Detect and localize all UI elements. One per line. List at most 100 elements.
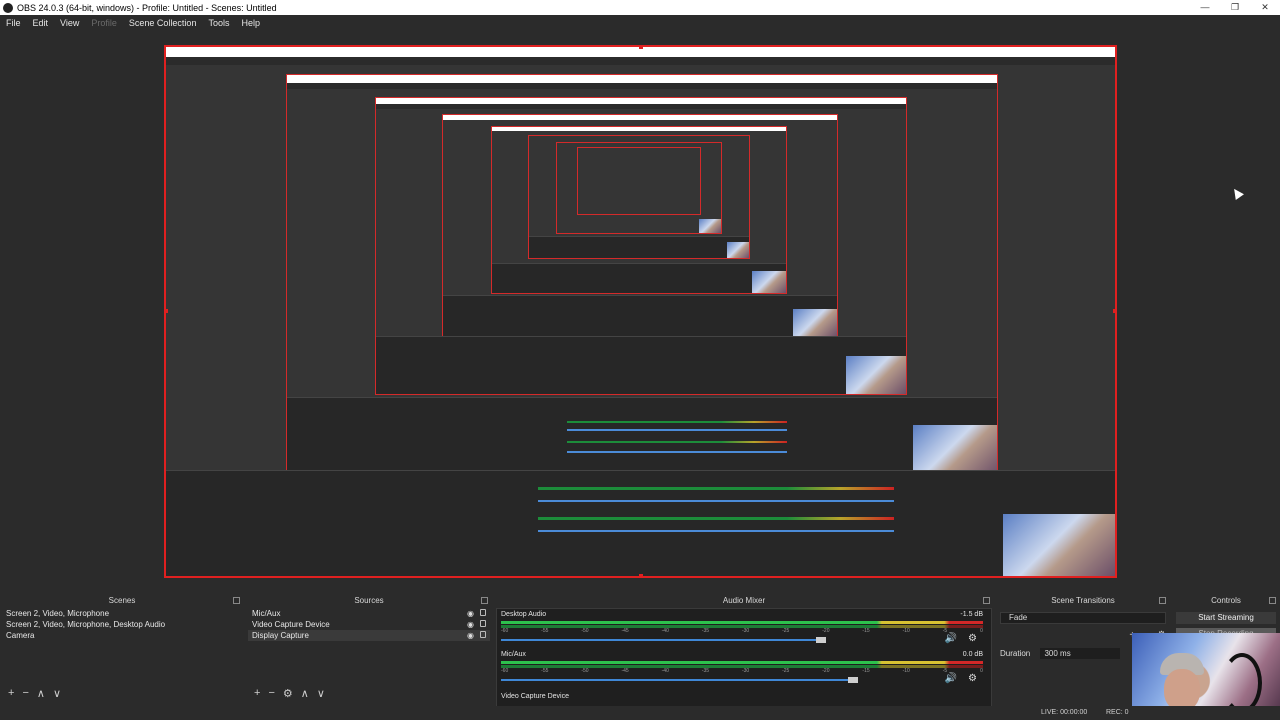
volume-slider-handle[interactable] (848, 677, 858, 683)
move-scene-up-button[interactable]: ∧ (37, 687, 45, 700)
nested-capture-4 (442, 114, 838, 338)
level-meter (501, 661, 983, 664)
undock-icon[interactable] (481, 597, 488, 604)
channel-name: Desktop Audio (501, 611, 547, 618)
undock-icon[interactable] (1159, 597, 1166, 604)
channel-name: Mic/Aux (501, 651, 526, 658)
source-properties-gear-icon[interactable]: ⚙ (283, 687, 293, 700)
eye-icon[interactable]: ◉ (467, 620, 474, 630)
speaker-icon[interactable]: 🔊 (945, 673, 957, 684)
undock-icon[interactable] (983, 597, 990, 604)
scenes-toolbar: + − ∧ ∨ (2, 686, 242, 700)
move-scene-down-button[interactable]: ∨ (53, 687, 61, 700)
scenes-header: Scenes (0, 594, 244, 608)
remove-scene-button[interactable]: − (22, 687, 28, 699)
duration-input[interactable]: 300 ms (1040, 648, 1121, 659)
undock-icon[interactable] (1269, 597, 1276, 604)
channel-db: -1.5 dB (960, 611, 983, 618)
mixer-channel-desktop: Desktop Audio -1.5 dB -60 -55 -50 -45 -40 -35… (501, 611, 987, 651)
duration-row: Duration 300 ms (1000, 648, 1121, 659)
nested-capture-2 (286, 74, 998, 476)
nested-capture-5 (491, 126, 787, 294)
minimize-button[interactable]: — (1190, 0, 1220, 15)
status-bar: LIVE: 00:00:00 REC: 0 (0, 706, 1280, 720)
menu-bar: File Edit View Profile Scene Collection … (0, 15, 1280, 30)
nested-capture-7 (556, 142, 722, 234)
mixer-body: Desktop Audio -1.5 dB -60 -55 -50 -45 -40 -35… (496, 608, 992, 714)
close-button[interactable]: ✕ (1250, 0, 1280, 15)
menu-help[interactable]: Help (235, 18, 266, 28)
mixer-channel-video: Video Capture Device (501, 693, 987, 703)
level-meter (501, 621, 983, 624)
scenes-title: Scenes (108, 596, 136, 605)
mixer-channel-mic: Mic/Aux 0.0 dB -60 -55 -50 -45 -40 -35 -30 -25-… (501, 651, 987, 691)
sources-list[interactable]: Mic/Aux ◉ Video Capture Device ◉ Display C… (248, 608, 490, 688)
mixer-header: Audio Mixer (494, 594, 994, 608)
add-scene-button[interactable]: + (8, 687, 14, 699)
mouse-cursor-icon (1230, 186, 1244, 200)
duration-label: Duration (1000, 649, 1031, 658)
volume-slider[interactable] (501, 639, 821, 641)
obs-logo-icon (3, 2, 13, 13)
preview-area[interactable] (0, 32, 1280, 588)
sources-panel: Sources Mic/Aux ◉ Video Capture Device ◉ D… (246, 594, 492, 720)
meter-scale: -60 -55 -50 -45 -40 -35 -30 -25 -20 -15 -10 -5 0 (501, 668, 983, 674)
controls-header: Controls (1172, 594, 1280, 608)
remove-source-button[interactable]: − (268, 687, 274, 699)
source-label: Mic/Aux (252, 609, 281, 618)
bottom-dock: Scenes Screen 2, Video, Microphone Scree… (0, 594, 1280, 720)
scene-item[interactable]: Screen 2, Video, Microphone (2, 608, 242, 619)
preview-canvas[interactable] (164, 45, 1117, 578)
channel-db: 0.0 dB (962, 651, 983, 658)
move-source-down-button[interactable]: ∨ (317, 687, 325, 700)
meter-scale: -60 -55 -50 -45 -40 -35 -30 -25 -20 -15 -10 -5 0 (501, 628, 983, 634)
menu-edit[interactable]: Edit (27, 18, 55, 28)
source-item[interactable]: Video Capture Device ◉ (248, 619, 490, 630)
lock-icon[interactable] (480, 631, 486, 638)
transitions-title: Scene Transitions (1051, 596, 1115, 605)
sources-toolbar: + − ⚙ ∧ ∨ (248, 686, 490, 700)
window-title: OBS 24.0.3 (64-bit, windows) - Profile: … (17, 2, 277, 13)
eye-icon[interactable]: ◉ (467, 631, 474, 641)
audio-mixer-panel: Audio Mixer Desktop Audio -1.5 dB -60 -55… (494, 594, 994, 720)
eye-icon[interactable]: ◉ (467, 609, 474, 619)
channel-name: Video Capture Device (501, 693, 569, 700)
transition-select[interactable]: Fade (1000, 612, 1166, 624)
speaker-icon[interactable]: 🔊 (945, 633, 957, 644)
scene-item[interactable]: Screen 2, Video, Microphone, Desktop Aud… (2, 619, 242, 630)
scenes-list[interactable]: Screen 2, Video, Microphone Screen 2, Vi… (2, 608, 242, 688)
volume-slider[interactable] (501, 679, 853, 681)
source-label: Display Capture (252, 631, 309, 640)
scene-item[interactable]: Camera (2, 630, 242, 641)
add-source-button[interactable]: + (254, 687, 260, 699)
nested-capture-8 (577, 147, 701, 215)
volume-slider-handle[interactable] (816, 637, 826, 643)
source-label: Video Capture Device (252, 620, 330, 629)
menu-scene-collection[interactable]: Scene Collection (123, 18, 203, 28)
nested-capture-6 (528, 135, 750, 259)
gear-icon[interactable]: ⚙ (968, 673, 977, 684)
lock-icon[interactable] (480, 609, 486, 616)
start-streaming-button[interactable]: Start Streaming (1176, 612, 1276, 624)
live-timer: LIVE: 00:00:00 (1041, 709, 1088, 716)
source-item[interactable]: Mic/Aux ◉ (248, 608, 490, 619)
maximize-button[interactable]: ❐ (1220, 0, 1250, 15)
menu-file[interactable]: File (0, 18, 27, 28)
mixer-title: Audio Mixer (722, 596, 766, 605)
controls-title: Controls (1211, 596, 1241, 605)
transitions-header: Scene Transitions (996, 594, 1170, 608)
undock-icon[interactable] (233, 597, 240, 604)
source-item[interactable]: Display Capture ◉ (248, 630, 490, 641)
menu-view[interactable]: View (54, 18, 85, 28)
nested-capture-3 (375, 97, 907, 395)
window-titlebar: OBS 24.0.3 (64-bit, windows) - Profile: … (0, 0, 1280, 15)
gear-icon[interactable]: ⚙ (968, 633, 977, 644)
sources-header: Sources (246, 594, 492, 608)
rec-timer: REC: 0 (1106, 709, 1129, 716)
menu-tools[interactable]: Tools (202, 18, 235, 28)
scenes-panel: Scenes Screen 2, Video, Microphone Scree… (0, 594, 244, 720)
lock-icon[interactable] (480, 620, 486, 627)
nested-capture-1 (166, 47, 1115, 576)
menu-profile[interactable]: Profile (85, 18, 123, 28)
move-source-up-button[interactable]: ∧ (301, 687, 309, 700)
